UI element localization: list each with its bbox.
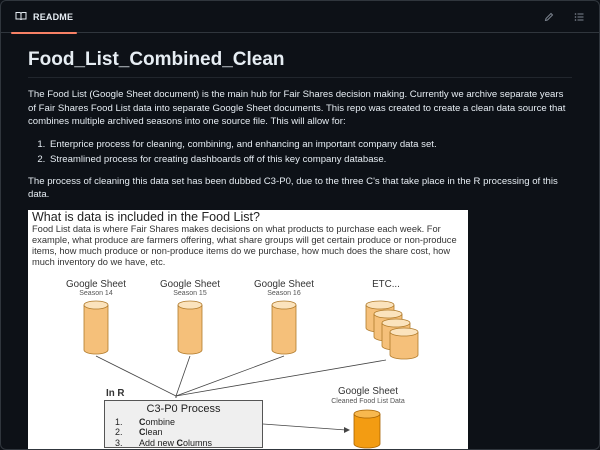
readme-panel: README Food_List_Combined_Clean The Food…: [0, 0, 600, 450]
readme-header: README: [1, 1, 599, 34]
season-14-cylinder-icon: [83, 300, 109, 354]
output-sub: Cleaned Food List Data: [331, 397, 405, 405]
process-step: 3. Add new Columns: [115, 437, 213, 448]
etc-cylinders-icon: [365, 300, 419, 359]
process-paragraph: The process of cleaning this data set ha…: [28, 175, 558, 201]
c3po-process-box: C3-P0 Process 1. Combine 2. Clean 3. Add ne…: [104, 399, 263, 449]
source-label: Google Sheet: [160, 278, 220, 290]
source-sub: Season 16: [267, 289, 301, 297]
source-sub: Season 14: [79, 289, 113, 297]
process-title: C3-P0 Process: [146, 402, 221, 415]
season-15-cylinder-icon: [177, 300, 203, 354]
source-label: ETC...: [372, 278, 400, 290]
list-icon: [574, 12, 584, 21]
source-label: Google Sheet: [254, 278, 314, 290]
outline-button[interactable]: [569, 7, 589, 27]
benefits-list: Enterprice process for cleaning, combini…: [28, 137, 572, 167]
season-16-cylinder-icon: [271, 300, 297, 354]
readme-title: Food_List_Combined_Clean: [28, 49, 572, 78]
source-sub: Season 15: [173, 289, 207, 297]
intro-paragraph: The Food List (Google Sheet document) is…: [28, 89, 566, 127]
diagram-title: What is data is included in the Food Lis…: [32, 209, 260, 224]
book-icon: [15, 11, 27, 23]
diagram-intro: Food List data is where Fair Shares make…: [32, 223, 457, 267]
output-label: Google Sheet: [338, 385, 398, 397]
edit-button[interactable]: [539, 7, 559, 27]
readme-tab[interactable]: README: [10, 1, 78, 34]
readme-tab-label: README: [33, 11, 74, 22]
readme-body: Food_List_Combined_Clean The Food List (…: [1, 33, 599, 449]
pencil-icon: [544, 12, 554, 21]
list-item: Streamlined process for creating dashboa…: [48, 152, 572, 167]
food-list-diagram: What is data is included in the Food Lis…: [28, 209, 468, 449]
process-steps: 1. Combine 2. Clean 3. Add new Columns: [115, 417, 212, 449]
list-item: Enterprice process for cleaning, combini…: [48, 137, 572, 152]
output-cylinder-icon: [353, 409, 381, 448]
source-label: Google Sheet: [66, 278, 126, 290]
process-step: 1. Combine: [115, 416, 176, 427]
in-r-label: In R: [106, 387, 125, 399]
process-step: 2. Clean: [115, 427, 163, 437]
